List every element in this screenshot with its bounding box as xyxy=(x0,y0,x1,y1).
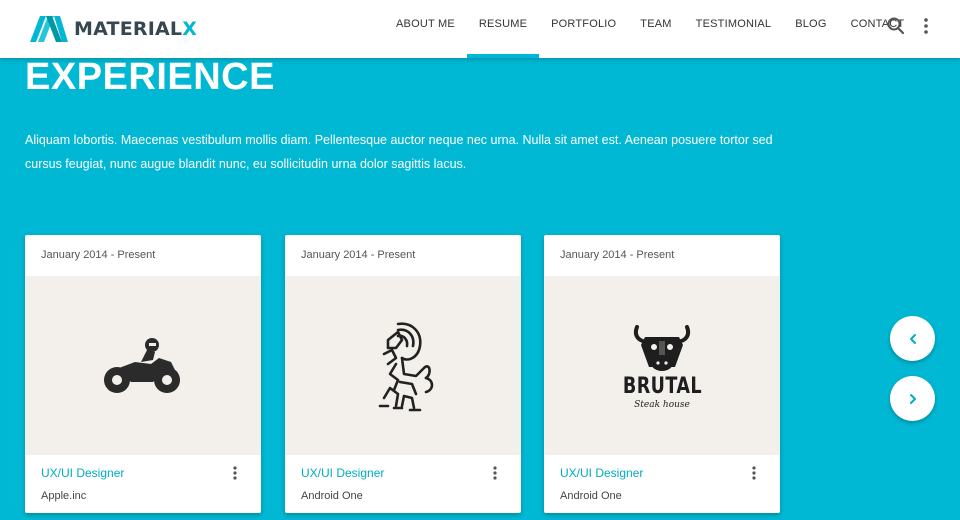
nav-blog[interactable]: BLOG xyxy=(783,0,838,58)
chevron-left-icon xyxy=(909,333,916,344)
main-nav: ABOUT ME RESUME PORTFOLIO TEAM TESTIMONI… xyxy=(384,0,916,58)
card-media: BRUTAL Steak house xyxy=(544,276,780,455)
nav-portfolio[interactable]: PORTFOLIO xyxy=(539,0,628,58)
card-role-link[interactable]: UX/UI Designer xyxy=(301,466,384,480)
experience-card[interactable]: January 2014 - Present UX/UI Designer An… xyxy=(285,235,521,513)
nav-about-me[interactable]: ABOUT ME xyxy=(384,0,467,58)
card-role-link[interactable]: UX/UI Designer xyxy=(41,466,124,480)
card-date: January 2014 - Present xyxy=(560,249,675,261)
card-company: Apple.inc xyxy=(41,490,87,502)
more-vert-icon[interactable] xyxy=(914,14,938,38)
card-company: Android One xyxy=(301,490,363,502)
slider-prev-button[interactable] xyxy=(890,316,935,361)
card-more-icon[interactable] xyxy=(229,465,241,481)
logo-text: MATERIALX xyxy=(74,18,198,40)
brand-logo[interactable]: MATERIALX xyxy=(30,16,197,42)
card-date: January 2014 - Present xyxy=(41,249,156,261)
materialx-logo-icon xyxy=(30,16,68,42)
card-more-icon[interactable] xyxy=(489,465,501,481)
logo-accent: X xyxy=(182,18,198,40)
chevron-right-icon xyxy=(909,393,916,404)
card-date: January 2014 - Present xyxy=(301,249,416,261)
card-company: Android One xyxy=(560,490,622,502)
card-media xyxy=(285,276,521,455)
nav-team[interactable]: TEAM xyxy=(628,0,683,58)
card-more-icon[interactable] xyxy=(748,465,760,481)
section-title: EXPERIENCE xyxy=(25,56,275,98)
motorcycle-logo-icon xyxy=(104,337,180,393)
card-role-link[interactable]: UX/UI Designer xyxy=(560,466,643,480)
brutal-logo-subtext: Steak house xyxy=(634,399,690,410)
nav-resume[interactable]: RESUME xyxy=(466,0,540,58)
search-icon[interactable] xyxy=(884,14,908,38)
brutal-logo-text: BRUTAL xyxy=(622,373,702,399)
card-media xyxy=(25,276,261,455)
slider-next-button[interactable] xyxy=(890,376,935,421)
top-navbar: MATERIALX ABOUT ME RESUME PORTFOLIO TEAM… xyxy=(0,0,960,58)
section-description: Aliquam lobortis. Maecenas vestibulum mo… xyxy=(25,133,773,171)
brutal-steakhouse-logo-icon: BRUTAL Steak house xyxy=(613,321,712,411)
nav-testimonial[interactable]: TESTIMONIAL xyxy=(684,0,784,58)
experience-card[interactable]: January 2014 - Present BRUTAL Steak hous… xyxy=(544,235,780,513)
lion-logo-icon xyxy=(378,321,434,411)
experience-card[interactable]: January 2014 - Present UX/UI Designer Ap… xyxy=(25,235,261,513)
